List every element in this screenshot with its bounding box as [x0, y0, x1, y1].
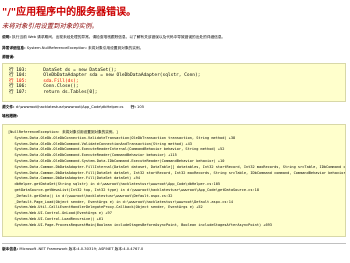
error-message-heading: 未将对象引用设置到对象的实例。: [2, 22, 98, 30]
stack-trace-label: 堆栈跟踪:: [2, 114, 19, 118]
source-line-num: 行 107:: [9, 89, 28, 95]
source-file-info: 源文件: d:\wwwroot\hacklatestusr\wwwroot\Ap…: [2, 105, 144, 110]
version-text: Microsoft .NET Framework 版本:4.0.30319; A…: [19, 247, 144, 251]
source-line-code: OleDbDataAdapter sda = new OleDbDataAdap…: [27, 73, 201, 79]
exception-details-label: 异常详细信息:: [2, 46, 26, 50]
stack-trace-line: System.Data.Common.DbDataAdapter.FillInt…: [14, 164, 346, 169]
page-title: "/"应用程序中的服务器错误。: [2, 7, 137, 18]
source-line-code: return ds.Tables[0];: [27, 89, 98, 95]
source-file-label: 源文件:: [2, 105, 15, 109]
description-paragraph: 说明: 执行当前 Web 请求期间，出现未经处理的异常。请检查堆栈跟踪信息，以了…: [2, 35, 346, 40]
source-line-num: 行 106:: [9, 84, 28, 90]
source-code-line: 行 107: return ds.Tables[0];: [9, 90, 339, 95]
source-line-label: 行:: [130, 105, 136, 109]
exception-details-text: System.NullReferenceException: 未将对象引用设置到…: [26, 46, 144, 50]
source-error-label: 源错误:: [2, 55, 15, 59]
version-info: 版本信息: Microsoft .NET Framework 版本:4.0.30…: [2, 247, 143, 252]
exception-details: 异常详细信息: System.NullReferenceException: 未…: [2, 46, 143, 51]
source-file-path: d:\wwwroot\hacklatestusr\wwwroot\App_Cod…: [15, 105, 124, 109]
error-page: "/"应用程序中的服务器错误。 未将对象引用设置到对象的实例。 说明: 执行当前…: [0, 0, 350, 263]
source-code-box: 行 103: DataSet ds = new DataSet(); 行 104:…: [2, 63, 346, 102]
description-text: 执行当前 Web 请求期间，出现未经处理的异常。请检查堆栈跟踪信息，以了解有关该…: [12, 35, 226, 39]
source-line-code: Conn.Close();: [27, 84, 79, 90]
stack-trace-line: System.Web.UI.Page.ProcessRequestMain(Bo…: [8, 222, 272, 227]
source-line-num: 行 104:: [9, 73, 28, 79]
description-label: 说明:: [2, 35, 11, 39]
stack-trace-box: [NullReferenceException: 未将对象引用设置到对象的实例。…: [2, 124, 346, 237]
source-line-number: 105: [137, 105, 145, 109]
version-label: 版本信息:: [2, 247, 19, 251]
footer-divider: [2, 243, 346, 244]
